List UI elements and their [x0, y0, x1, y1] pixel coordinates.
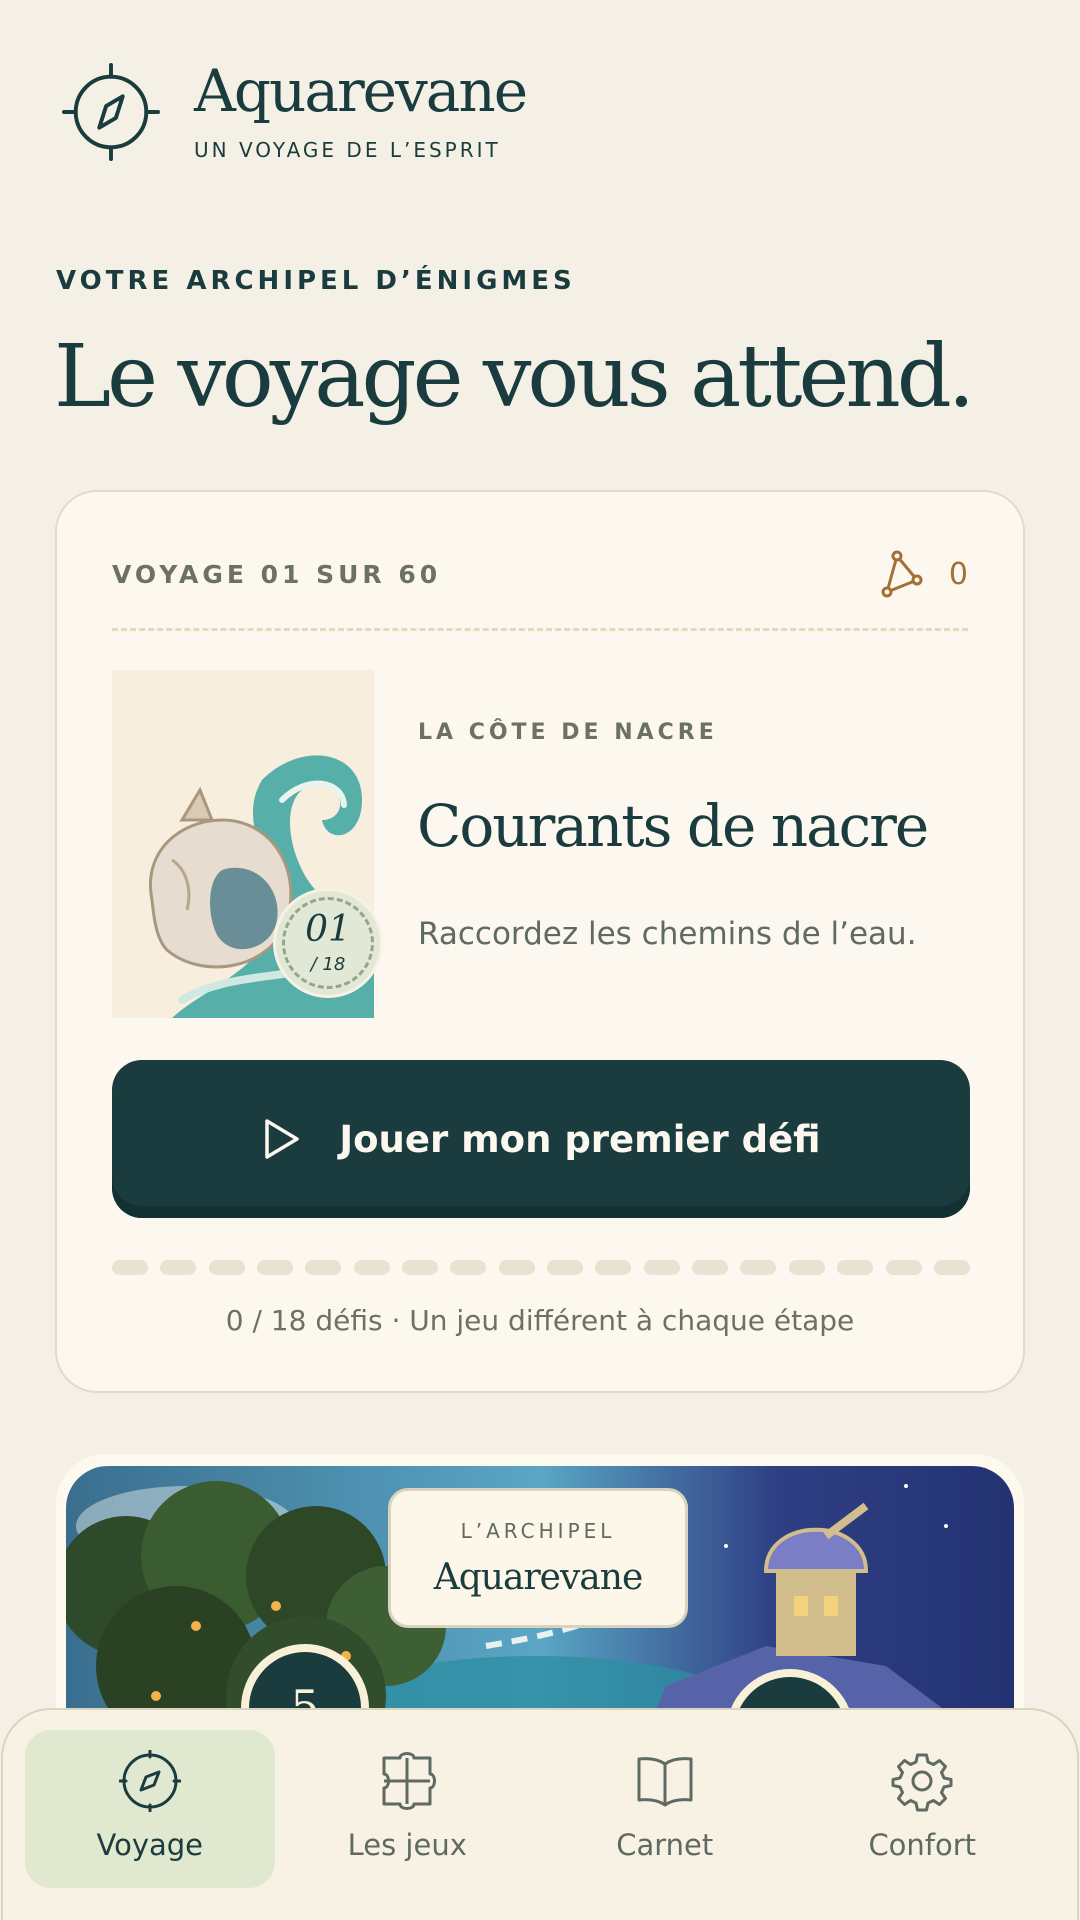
- progress-segment: [885, 1260, 922, 1275]
- nav-item-games[interactable]: Les jeux: [283, 1730, 533, 1888]
- challenge-progress-bar: [112, 1260, 970, 1275]
- progress-segment: [498, 1260, 535, 1275]
- stars-count: 0: [948, 556, 968, 592]
- book-icon: [637, 1757, 693, 1807]
- progress-segment: [208, 1260, 245, 1275]
- progress-segment: [595, 1260, 632, 1275]
- map-title-label: L’ARCHIPEL Aquarevane: [388, 1488, 688, 1628]
- progress-segment: [740, 1260, 777, 1275]
- progress-segment: [353, 1260, 390, 1275]
- compass-icon: [62, 63, 160, 161]
- app-name: Aquarevane: [194, 57, 528, 125]
- section-eyebrow: VOTRE ARCHIPEL D’ÉNIGMES: [56, 266, 576, 296]
- progress-segment: [933, 1260, 970, 1275]
- page-title: Le voyage vous attend.: [54, 327, 975, 427]
- nav-label-games: Les jeux: [347, 1828, 467, 1862]
- play-first-challenge-button[interactable]: Jouer mon premier défi: [112, 1060, 970, 1218]
- progress-segment: [643, 1260, 680, 1275]
- puzzle-icon: [382, 1752, 437, 1810]
- progress-segment: [305, 1260, 342, 1275]
- play-icon: [265, 1119, 300, 1159]
- play-button-label: Jouer mon premier défi: [339, 1117, 821, 1161]
- region-name: LA CÔTE DE NACRE: [418, 720, 718, 745]
- compass-icon: [118, 1750, 181, 1812]
- progress-segment: [402, 1260, 439, 1275]
- card-divider: [112, 628, 968, 631]
- progress-segment: [160, 1260, 197, 1275]
- stage-total: / 18: [310, 953, 346, 975]
- bottom-navigation: Voyage Les jeux Carnet Confort: [1, 1708, 1079, 1920]
- gear-icon: [891, 1753, 953, 1812]
- nav-item-notebook[interactable]: Carnet: [540, 1730, 790, 1888]
- progress-note: 0 / 18 défis · Un jeu différent à chaque…: [225, 1304, 855, 1337]
- stage-number: 01: [305, 908, 351, 950]
- app-brand: Aquarevane UN VOYAGE DE L’ESPRIT: [62, 57, 528, 162]
- map-eyebrow: L’ARCHIPEL: [460, 1519, 616, 1543]
- puzzle-title: Courants de nacre: [417, 792, 929, 860]
- nav-label-comfort: Confort: [868, 1828, 977, 1862]
- constellation-icon: [881, 550, 923, 598]
- nav-item-voyage[interactable]: Voyage: [25, 1730, 275, 1888]
- map-name: Aquarevane: [433, 1557, 644, 1598]
- app-tagline: UN VOYAGE DE L’ESPRIT: [194, 138, 501, 162]
- progress-segment: [788, 1260, 825, 1275]
- journey-count: VOYAGE 01 SUR 60: [112, 559, 442, 589]
- stage-badge: 01 / 18: [273, 888, 383, 998]
- journey-card: VOYAGE 01 SUR 60 0 01 / 18 LA CÔTE DE NA…: [55, 490, 1025, 1393]
- progress-segment: [837, 1260, 874, 1275]
- progress-segment: [257, 1260, 294, 1275]
- nav-label-voyage: Voyage: [96, 1828, 203, 1862]
- progress-segment: [547, 1260, 584, 1275]
- puzzle-description: Raccordez les chemins de l’eau.: [418, 916, 917, 952]
- progress-segment: [112, 1260, 148, 1275]
- progress-segment: [450, 1260, 487, 1275]
- nav-label-notebook: Carnet: [616, 1828, 714, 1862]
- nav-item-comfort[interactable]: Confort: [798, 1730, 1048, 1888]
- stars-counter: 0: [877, 550, 968, 598]
- progress-segment: [692, 1260, 729, 1275]
